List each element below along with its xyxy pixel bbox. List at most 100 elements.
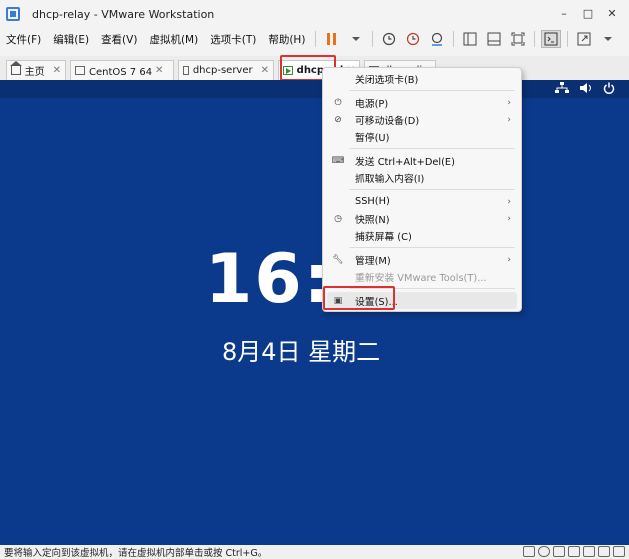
hard-disk-icon[interactable] bbox=[523, 546, 535, 557]
lock-screen-date: 8月4日 星期二 bbox=[222, 338, 381, 366]
sound-card-icon[interactable] bbox=[583, 546, 595, 557]
tab-centos[interactable]: CentOS 7 64 位 ✕ bbox=[70, 60, 174, 80]
menu-bar: 文件(F) 编辑(E) 查看(V) 虚拟机(M) 选项卡(T) 帮助(H) bbox=[0, 28, 629, 50]
snapshot-button[interactable] bbox=[379, 30, 399, 48]
menu-item-reinstall-vmware-tools: 重新安装 VMware Tools(T)... bbox=[327, 268, 517, 285]
menu-separator bbox=[349, 288, 515, 289]
toolbar-separator bbox=[453, 31, 455, 47]
tab-label: CentOS 7 64 位 bbox=[89, 67, 153, 78]
menu-item-power[interactable]: ⏻ 电源(P) › bbox=[327, 94, 517, 111]
status-bar: 要将输入定向到该虚拟机，请在虚拟机内部单击或按 Ctrl+G。 bbox=[0, 545, 629, 559]
device-status-icons bbox=[523, 546, 625, 557]
menu-item-manage[interactable]: 🔧︎ 管理(M) › bbox=[327, 251, 517, 268]
menu-item-pause[interactable]: 暂停(U) bbox=[327, 128, 517, 145]
removable-device-icon: ⊘ bbox=[334, 114, 342, 125]
minimize-button[interactable]: – bbox=[553, 4, 575, 22]
menu-item-label: 快照(N) bbox=[355, 214, 390, 226]
revert-snapshot-icon bbox=[407, 32, 420, 46]
snapshot-manager-icon bbox=[432, 32, 443, 46]
menu-item-label: 重新安装 VMware Tools(T)... bbox=[355, 272, 487, 284]
thumbnail-bar-button[interactable] bbox=[484, 30, 504, 48]
menu-item-grab-input[interactable]: 抓取输入内容(I) bbox=[327, 169, 517, 186]
full-screen-button[interactable] bbox=[574, 30, 594, 48]
chevron-right-icon: › bbox=[507, 213, 511, 224]
menu-item-snapshot[interactable]: ◷ 快照(N) › bbox=[327, 210, 517, 227]
menu-help[interactable]: 帮助(H) bbox=[262, 32, 311, 47]
keyboard-icon: ⌨ bbox=[331, 155, 345, 166]
vm-top-panel bbox=[0, 80, 629, 98]
window-controls: – □ ✕ bbox=[553, 4, 623, 22]
menu-item-label: 可移动设备(D) bbox=[355, 115, 420, 127]
menu-item-close-tab[interactable]: 关闭选项卡(B) bbox=[327, 70, 517, 87]
close-button[interactable]: ✕ bbox=[601, 4, 623, 22]
pause-button[interactable] bbox=[322, 30, 342, 48]
tab-bar: 主页 ✕ CentOS 7 64 位 ✕ dhcp-server ✕ dhcp-… bbox=[0, 56, 629, 80]
toolbar-separator bbox=[315, 31, 317, 47]
settings-icon: ▣ bbox=[333, 295, 343, 306]
vm-status-icons bbox=[555, 82, 615, 94]
close-tab-icon[interactable]: ✕ bbox=[53, 65, 61, 76]
menu-view[interactable]: 查看(V) bbox=[95, 32, 143, 47]
maximize-button[interactable]: □ bbox=[577, 4, 599, 22]
snapshot-clock-icon bbox=[383, 32, 396, 46]
menu-separator bbox=[349, 247, 515, 248]
menu-item-removable-devices[interactable]: ⊘ 可移动设备(D) › bbox=[327, 111, 517, 128]
tab-label: dhcp-server bbox=[192, 65, 253, 76]
tab-dhcp-server[interactable]: dhcp-server ✕ bbox=[178, 60, 274, 80]
network-adapter-icon[interactable] bbox=[553, 546, 565, 557]
menu-item-capture-screen[interactable]: 捕获屏幕 (C) bbox=[327, 227, 517, 244]
cd-drive-icon[interactable] bbox=[538, 546, 550, 557]
volume-icon bbox=[580, 83, 591, 93]
menu-file[interactable]: 文件(F) bbox=[0, 32, 47, 47]
console-icon bbox=[544, 32, 558, 46]
chevron-down-icon bbox=[604, 37, 613, 41]
power-icon: ⏻ bbox=[334, 97, 342, 108]
menu-separator bbox=[349, 189, 515, 190]
tab-context-menu: 关闭选项卡(B) ⏻ 电源(P) › ⊘ 可移动设备(D) › 暂停(U) ⌨ 发送 Ct… bbox=[322, 67, 522, 312]
home-icon bbox=[10, 61, 22, 75]
power-icon bbox=[603, 82, 615, 94]
wrench-icon: 🔧︎ bbox=[332, 254, 344, 265]
chevron-down-icon bbox=[352, 37, 361, 41]
toolbar-separator bbox=[372, 31, 374, 47]
menu-tabs[interactable]: 选项卡(T) bbox=[204, 32, 262, 47]
usb-icon[interactable] bbox=[568, 546, 580, 557]
close-tab-icon[interactable]: ✕ bbox=[155, 65, 163, 76]
chevron-right-icon: › bbox=[507, 114, 511, 125]
menu-item-send-ctrl-alt-del[interactable]: ⌨ 发送 Ctrl+Alt+Del(E) bbox=[327, 152, 517, 169]
display-icon[interactable] bbox=[598, 546, 610, 557]
full-screen-dropdown-button[interactable] bbox=[598, 30, 618, 48]
menu-item-label: 暂停(U) bbox=[355, 132, 390, 144]
vmware-logo-icon bbox=[6, 7, 20, 21]
menu-edit[interactable]: 编辑(E) bbox=[47, 32, 95, 47]
menu-item-label: 设置(S)... bbox=[355, 296, 398, 308]
close-tab-icon[interactable]: ✕ bbox=[261, 65, 269, 76]
status-hint: 要将输入定向到该虚拟机，请在虚拟机内部单击或按 Ctrl+G。 bbox=[4, 548, 268, 559]
fit-guest-button[interactable] bbox=[508, 30, 528, 48]
menu-item-label: 电源(P) bbox=[355, 98, 389, 110]
menu-vm[interactable]: 虚拟机(M) bbox=[143, 32, 204, 47]
fit-icon bbox=[511, 32, 525, 46]
revert-snapshot-button[interactable] bbox=[403, 30, 423, 48]
menu-item-label: 抓取输入内容(I) bbox=[355, 173, 425, 185]
menu-item-label: SSH(H) bbox=[355, 196, 390, 207]
menu-item-ssh[interactable]: SSH(H) › bbox=[327, 193, 517, 210]
power-dropdown-button[interactable] bbox=[346, 30, 366, 48]
thumbnail-icon bbox=[487, 32, 501, 46]
full-screen-icon bbox=[577, 32, 591, 46]
window-title: dhcp-relay - VMware Workstation bbox=[32, 7, 215, 21]
snapshot-icon: ◷ bbox=[334, 213, 342, 224]
console-view-button[interactable] bbox=[541, 30, 562, 48]
chevron-right-icon: › bbox=[507, 254, 511, 265]
lock-screen-clock: 16: bbox=[205, 240, 333, 319]
sidebar-toggle-button[interactable] bbox=[460, 30, 480, 48]
vm-display[interactable]: 16: 8月4日 星期二 bbox=[0, 80, 629, 545]
toolbar-separator bbox=[534, 31, 536, 47]
snapshot-manager-button[interactable] bbox=[427, 30, 447, 48]
vm-icon bbox=[75, 66, 85, 75]
menu-item-settings[interactable]: ▣ 设置(S)... bbox=[327, 292, 517, 309]
chevron-right-icon: › bbox=[507, 196, 511, 207]
network-icon bbox=[555, 82, 569, 93]
message-icon[interactable] bbox=[613, 546, 625, 557]
tab-home[interactable]: 主页 ✕ bbox=[6, 60, 66, 80]
